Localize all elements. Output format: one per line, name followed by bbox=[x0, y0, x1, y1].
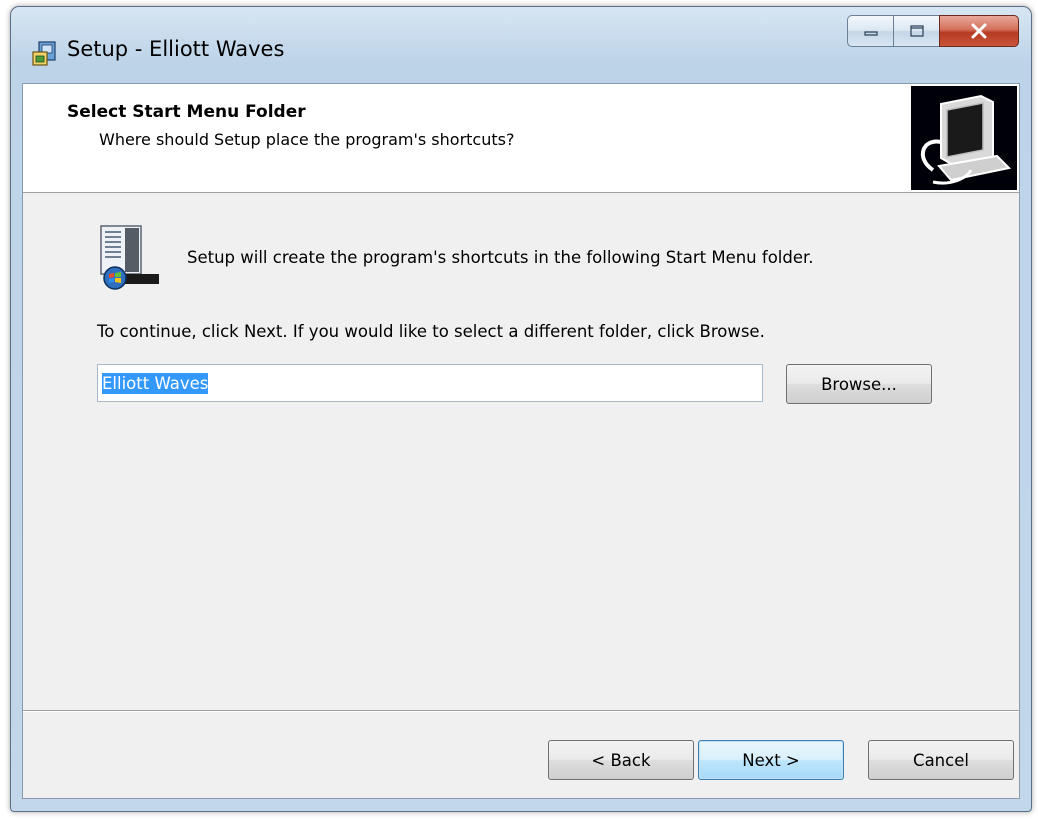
wizard-header: Select Start Menu Folder Where should Se… bbox=[23, 84, 1019, 193]
continue-instructions-text: To continue, click Next. If you would li… bbox=[97, 322, 765, 341]
installer-icon[interactable] bbox=[31, 39, 59, 67]
close-button[interactable] bbox=[939, 15, 1019, 47]
close-icon bbox=[971, 23, 987, 39]
window-title: Setup - Elliott Waves bbox=[67, 37, 285, 61]
caption-buttons bbox=[847, 15, 1019, 49]
page-title: Select Start Menu Folder bbox=[67, 102, 306, 122]
minimize-button[interactable] bbox=[847, 15, 893, 47]
title-bar[interactable]: Setup - Elliott Waves bbox=[11, 7, 1031, 81]
minimize-icon bbox=[863, 31, 878, 36]
computer-install-icon bbox=[911, 86, 1017, 190]
browse-button[interactable]: Browse... bbox=[786, 364, 932, 404]
wizard-page: Select Start Menu Folder Where should Se… bbox=[22, 83, 1020, 799]
cancel-button[interactable]: Cancel bbox=[868, 740, 1014, 780]
shortcuts-info-text: Setup will create the program's shortcut… bbox=[187, 248, 814, 267]
start-menu-folder-field[interactable]: Elliott Waves bbox=[97, 364, 763, 402]
setup-window: Setup - Elliott Waves Select Start Menu … bbox=[10, 6, 1032, 812]
page-subtitle: Where should Setup place the program's s… bbox=[99, 130, 515, 149]
maximize-icon bbox=[909, 25, 924, 37]
folder-field-value: Elliott Waves bbox=[102, 372, 209, 394]
footer-divider bbox=[23, 710, 1019, 712]
maximize-button[interactable] bbox=[893, 15, 939, 47]
next-button[interactable]: Next > bbox=[698, 740, 844, 780]
back-button[interactable]: < Back bbox=[548, 740, 694, 780]
start-menu-folder-icon bbox=[100, 225, 159, 290]
